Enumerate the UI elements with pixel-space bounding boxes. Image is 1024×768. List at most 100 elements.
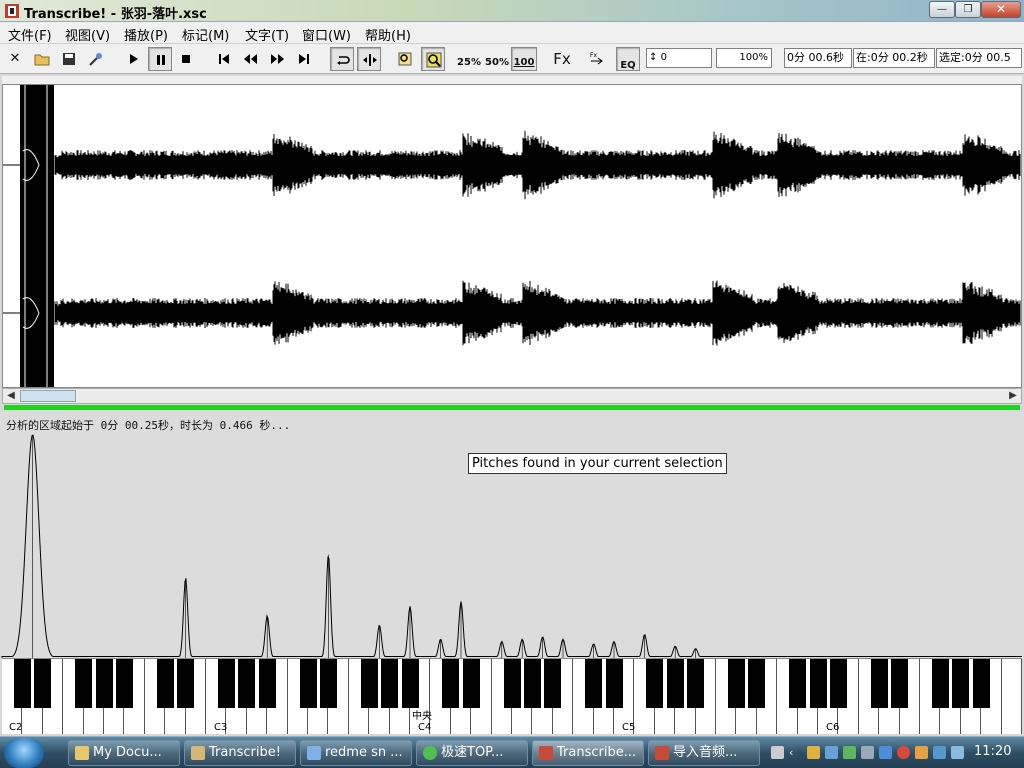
piano-black-key[interactable]	[666, 659, 684, 708]
network-icon[interactable]	[825, 746, 838, 759]
clock[interactable]: 11:20	[974, 744, 1011, 759]
piano-black-key[interactable]	[115, 659, 133, 708]
piano-keyboard[interactable]: C2 C3 中央 C4 C5 C6	[2, 658, 1022, 734]
piano-black-key[interactable]	[972, 659, 990, 708]
speed-50-button[interactable]: 50%	[484, 47, 510, 71]
rewind-button[interactable]	[238, 47, 262, 71]
piano-black-key[interactable]	[95, 659, 113, 708]
fx-output-button[interactable]: Fx	[586, 47, 610, 71]
alert-icon[interactable]	[897, 746, 910, 759]
save-button[interactable]	[57, 47, 81, 71]
piano-black-key[interactable]	[523, 659, 541, 708]
piano-black-key[interactable]	[891, 659, 909, 708]
open-button[interactable]	[30, 47, 54, 71]
piano-black-key[interactable]	[585, 659, 603, 708]
waveform-display[interactable]	[3, 85, 1021, 387]
piano-black-key[interactable]	[503, 659, 521, 708]
fx-eq-button[interactable]: EQ	[616, 47, 640, 71]
menu-help[interactable]: 帮助(H)	[365, 25, 411, 44]
menu-file[interactable]: 文件(F)	[8, 25, 52, 44]
fast-forward-button[interactable]	[266, 47, 290, 71]
volume-icon[interactable]	[951, 746, 964, 759]
document-icon	[307, 746, 321, 760]
pause-button[interactable]	[148, 47, 172, 71]
scrollbar-thumb[interactable]	[20, 390, 76, 402]
key-label-c3: C3	[214, 722, 228, 733]
menu-view[interactable]: 视图(V)	[65, 25, 110, 44]
piano-black-key[interactable]	[360, 659, 378, 708]
pitch-arrow-icon: ↕	[649, 52, 658, 63]
horizontal-scrollbar[interactable]: ◀ ▶	[2, 388, 1022, 404]
menu-play[interactable]: 播放(P)	[124, 25, 168, 44]
loop-button[interactable]	[330, 47, 354, 71]
piano-black-key[interactable]	[75, 659, 93, 708]
piano-black-key[interactable]	[931, 659, 949, 708]
task-my-documents[interactable]: My Docu...	[68, 740, 180, 766]
chevron-left-icon[interactable]: ‹	[789, 746, 802, 759]
piano-black-key[interactable]	[177, 659, 195, 708]
piano-black-key[interactable]	[13, 659, 31, 708]
task-browser[interactable]: 极速TOP...	[416, 740, 528, 766]
maximize-button[interactable]: ❐	[955, 1, 981, 18]
waveform-panel[interactable]	[2, 84, 1022, 388]
zoom-selection-button[interactable]	[393, 47, 417, 71]
piano-black-key[interactable]	[544, 659, 562, 708]
menu-marker[interactable]: 标记(M)	[182, 25, 229, 44]
security-icon[interactable]	[843, 746, 856, 759]
app-tray-icon[interactable]	[915, 746, 928, 759]
split-button[interactable]	[357, 47, 381, 71]
microphone-button[interactable]	[84, 47, 108, 71]
speed-100-button[interactable]: 100	[511, 47, 537, 71]
piano-black-key[interactable]	[156, 659, 174, 708]
shield-icon[interactable]	[807, 746, 820, 759]
piano-black-key[interactable]	[381, 659, 399, 708]
piano-black-key[interactable]	[319, 659, 337, 708]
piano-black-key[interactable]	[952, 659, 970, 708]
menu-window[interactable]: 窗口(W)	[302, 25, 351, 44]
close-button[interactable]: ✕	[981, 1, 1021, 18]
piano-white-key[interactable]	[1001, 659, 1022, 734]
go-to-end-button[interactable]	[292, 47, 316, 71]
start-button[interactable]	[4, 738, 44, 768]
close-file-button[interactable]: ✕	[3, 47, 27, 71]
tempo-field[interactable]: 100%	[716, 48, 772, 68]
fx-button[interactable]: Fx	[549, 47, 575, 71]
zoom-all-button[interactable]	[421, 47, 445, 71]
piano-black-key[interactable]	[829, 659, 847, 708]
piano-black-key[interactable]	[217, 659, 235, 708]
go-to-start-button[interactable]	[212, 47, 236, 71]
task-readme[interactable]: redme sn ...	[300, 740, 412, 766]
piano-black-key[interactable]	[258, 659, 276, 708]
task-label: Transcribe...	[557, 745, 637, 760]
cloud-icon[interactable]	[933, 746, 946, 759]
pitch-shift-field[interactable]: ↕ 0	[646, 48, 712, 68]
timeline-ruler[interactable]	[2, 76, 1022, 84]
menu-text[interactable]: 文字(T)	[245, 25, 289, 44]
task-transcribe-app[interactable]: Transcribe...	[532, 740, 644, 766]
signal-icon[interactable]	[861, 746, 874, 759]
piano-black-key[interactable]	[870, 659, 888, 708]
update-icon[interactable]	[879, 746, 892, 759]
piano-black-key[interactable]	[462, 659, 480, 708]
stop-button[interactable]	[174, 47, 198, 71]
task-transcribe-folder[interactable]: Transcribe!	[184, 740, 296, 766]
piano-black-key[interactable]	[646, 659, 664, 708]
piano-black-key[interactable]	[401, 659, 419, 708]
piano-black-key[interactable]	[727, 659, 745, 708]
piano-black-key[interactable]	[687, 659, 705, 708]
piano-black-key[interactable]	[238, 659, 256, 708]
piano-black-key[interactable]	[34, 659, 52, 708]
piano-black-key[interactable]	[442, 659, 460, 708]
piano-black-key[interactable]	[299, 659, 317, 708]
task-import-audio[interactable]: 导入音频...	[648, 740, 760, 766]
piano-black-key[interactable]	[748, 659, 766, 708]
play-button[interactable]	[121, 47, 145, 71]
scroll-right-icon[interactable]: ▶	[1005, 389, 1021, 403]
keyboard-icon[interactable]	[771, 746, 784, 759]
speed-25-button[interactable]: 25%	[456, 47, 482, 71]
scroll-left-icon[interactable]: ◀	[3, 389, 19, 403]
piano-black-key[interactable]	[789, 659, 807, 708]
minimize-button[interactable]: —	[929, 1, 955, 18]
piano-black-key[interactable]	[605, 659, 623, 708]
piano-black-key[interactable]	[809, 659, 827, 708]
